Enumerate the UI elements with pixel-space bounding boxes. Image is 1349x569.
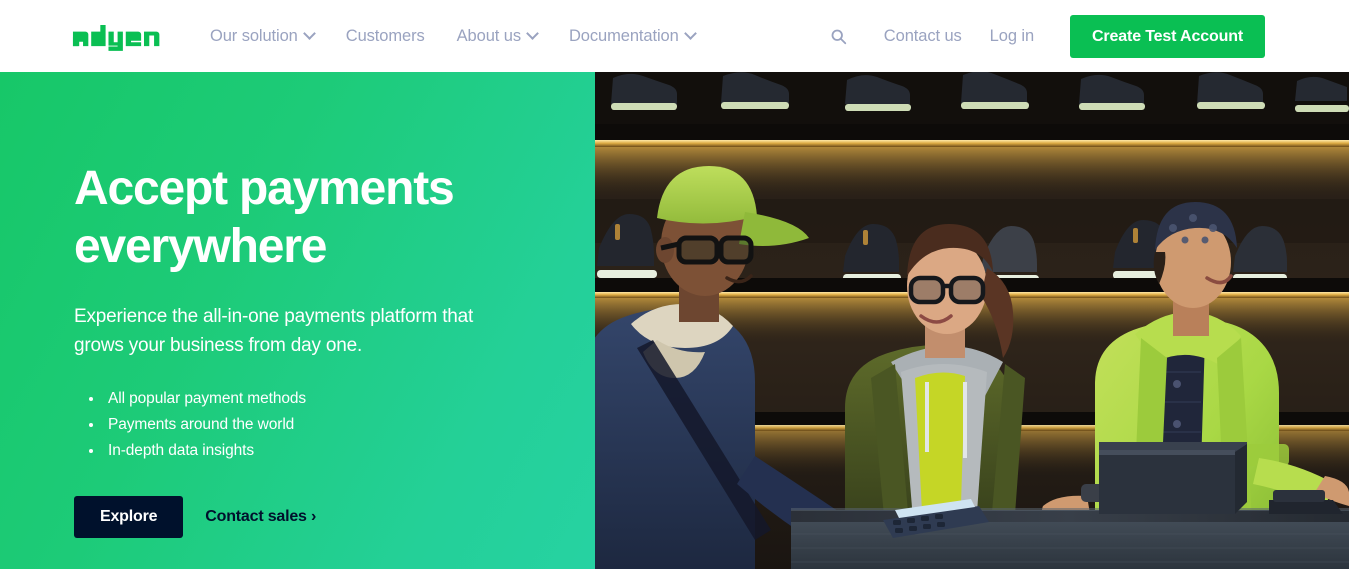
- page-root: Our solution Customers About us Document…: [0, 0, 1349, 569]
- hero-copy: Accept payments everywhere Experience th…: [74, 160, 574, 538]
- create-test-account-button[interactable]: Create Test Account: [1070, 14, 1265, 58]
- log-in-link[interactable]: Log in: [976, 19, 1048, 54]
- contact-us-link[interactable]: Contact us: [870, 19, 976, 54]
- hero-actions: Explore Contact sales ›: [74, 496, 574, 538]
- nav-item-label: Our solution: [210, 26, 298, 45]
- explore-button[interactable]: Explore: [74, 496, 184, 538]
- list-item: All popular payment methods: [84, 386, 574, 412]
- primary-nav: Our solution Customers About us Document…: [194, 19, 711, 54]
- contact-sales-link[interactable]: Contact sales ›: [205, 508, 316, 526]
- nav-item-about-us[interactable]: About us: [441, 19, 553, 54]
- nav-item-label: Documentation: [568, 26, 679, 45]
- store-scene-illustration: [595, 72, 1349, 569]
- hero-gradient-panel: Accept payments everywhere Experience th…: [0, 72, 595, 569]
- nav-item-documentation[interactable]: Documentation: [553, 19, 711, 54]
- search-icon: [831, 29, 847, 44]
- nav-item-customers[interactable]: Customers: [330, 19, 441, 54]
- site-header: Our solution Customers About us Document…: [0, 0, 1349, 72]
- chevron-down-icon: [683, 26, 697, 40]
- hero-subtitle: Experience the all-in-one payments platf…: [74, 306, 474, 356]
- hero-section: Accept payments everywhere Experience th…: [0, 72, 1349, 569]
- list-item: Payments around the world: [84, 412, 574, 438]
- chevron-down-icon: [526, 26, 539, 40]
- hero-image: [595, 72, 1349, 569]
- page-title: Accept payments everywhere: [74, 162, 455, 273]
- header-actions: Contact us Log in Create Test Account: [822, 14, 1265, 58]
- hero-feature-list: All popular payment methods Payments aro…: [74, 386, 574, 464]
- list-item: In-depth data insights: [84, 438, 574, 464]
- shoe-box: [1099, 442, 1247, 514]
- chevron-down-icon: [302, 26, 316, 40]
- nav-item-label: Customers: [345, 26, 425, 45]
- nav-item-label: About us: [456, 26, 521, 45]
- search-button[interactable]: [822, 19, 856, 53]
- adyen-logo[interactable]: [72, 21, 168, 51]
- nav-item-our-solution[interactable]: Our solution: [194, 19, 330, 54]
